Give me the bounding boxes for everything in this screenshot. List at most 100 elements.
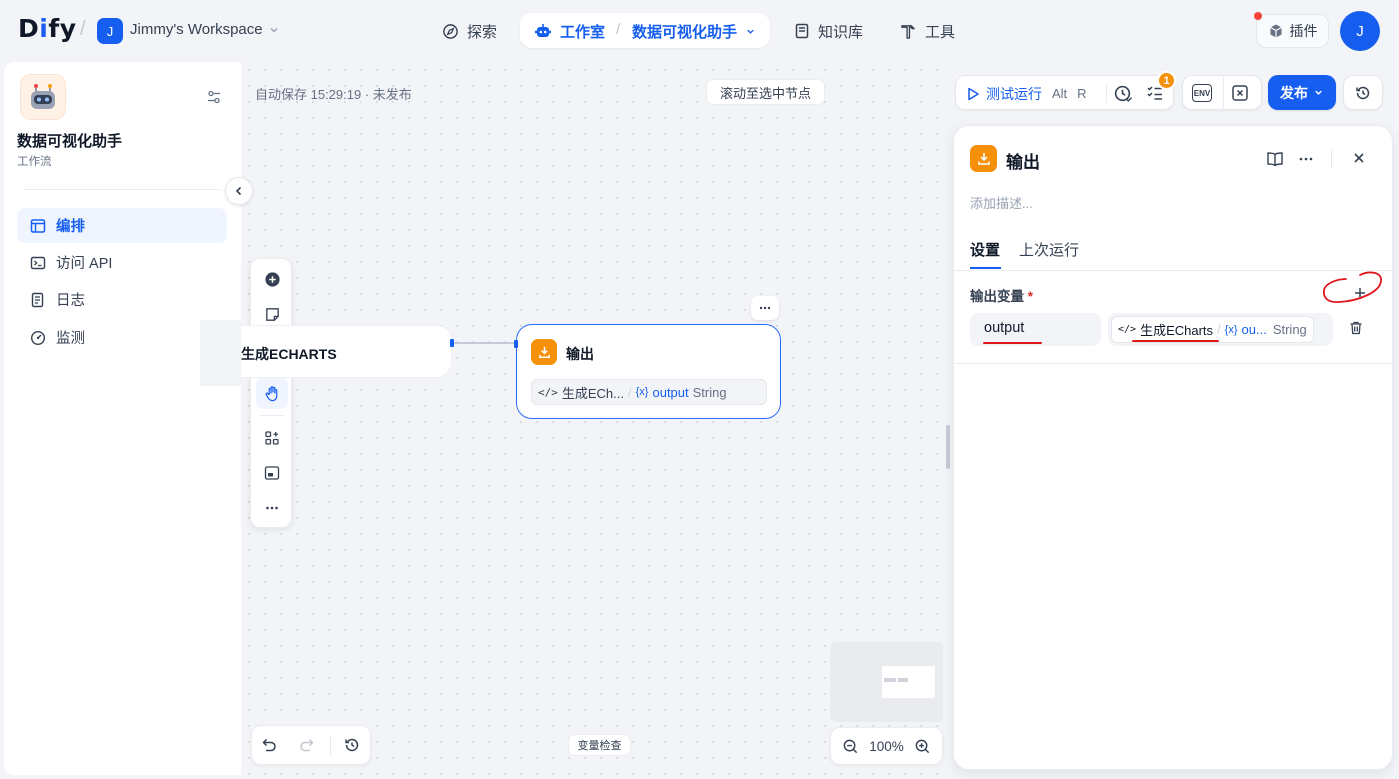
target-handle[interactable]	[514, 340, 518, 348]
minimap-toggle-icon[interactable]	[256, 457, 288, 489]
version-history-button[interactable]	[1343, 75, 1383, 110]
more-dots-icon[interactable]	[1297, 150, 1315, 168]
conversation-variables-icon[interactable]	[1231, 84, 1249, 102]
robot-icon	[534, 22, 552, 40]
sidebar-item-api[interactable]: 访问 API	[17, 245, 227, 280]
divider	[330, 736, 331, 756]
app-name: 数据可视化助手	[17, 133, 123, 150]
panel-title[interactable]: 输出	[1006, 148, 1040, 173]
collapse-sidebar-button[interactable]	[225, 177, 253, 205]
selector-variable-name: ou...	[1241, 322, 1267, 337]
more-dots-icon	[758, 301, 772, 315]
run-history-icon[interactable]	[1113, 84, 1132, 103]
book-open-icon[interactable]	[1266, 150, 1284, 168]
history-controls	[251, 725, 371, 765]
version-history-icon[interactable]	[343, 736, 361, 754]
nav-separator: /	[616, 21, 621, 38]
history-icon	[1354, 84, 1372, 102]
output-node[interactable]: 输出 </> 生成ECh... / {x} output String	[514, 324, 781, 419]
workspace-switcher[interactable]: Jimmy's Workspace	[130, 21, 263, 38]
variable-icon: {x}	[1224, 323, 1238, 336]
organize-blocks-icon[interactable]	[256, 422, 288, 454]
env-variables-icon[interactable]: ENV	[1192, 84, 1212, 102]
node-connection-edge	[452, 342, 516, 344]
dify-logo[interactable]: Dify	[18, 14, 77, 43]
nav-explore-label: 探索	[467, 23, 498, 41]
cube-icon	[1268, 23, 1284, 39]
source-handle[interactable]	[450, 339, 454, 347]
run-toolbar: 测试运行 Alt R	[955, 75, 1174, 110]
nav-knowledge[interactable]: 知识库	[794, 13, 863, 49]
settings-sliders-icon[interactable]	[206, 89, 222, 105]
sidebar-item-orchestrate[interactable]: 编排	[17, 208, 227, 243]
output-panel-icon	[970, 145, 997, 172]
sidebar-divider	[24, 189, 220, 190]
zoom-in-icon[interactable]	[914, 738, 931, 755]
plugins-label: 插件	[1289, 23, 1318, 39]
nav-studio-link[interactable]: 工作室	[534, 13, 605, 49]
node-more-button[interactable]	[751, 296, 779, 320]
annotation-underline	[983, 342, 1042, 344]
chip-separator: /	[628, 384, 632, 400]
workspace-avatar[interactable]: J	[97, 18, 123, 44]
plugins-button[interactable]: 插件	[1256, 14, 1329, 48]
hammer-icon	[900, 23, 917, 40]
add-node-icon[interactable]	[256, 263, 288, 295]
variable-inspect-button[interactable]: 变量检查	[568, 734, 631, 756]
app-sidebar: 数据可视化助手 工作流 编排 访问 API 日志 监测	[4, 62, 241, 775]
nav-explore[interactable]: 探索	[442, 13, 497, 49]
publish-button[interactable]: 发布	[1268, 75, 1336, 110]
nav-tools-label: 工具	[925, 23, 956, 41]
description-input[interactable]: 添加描述...	[970, 193, 1033, 212]
sidebar-item-monitor[interactable]: 监测	[17, 320, 227, 355]
app-robot-avatar	[20, 74, 66, 120]
output-node-variable-chip: </> 生成ECh... / {x} output String	[531, 379, 767, 405]
book-icon	[794, 23, 810, 39]
scroll-to-selected-node-button[interactable]: 滚动至选中节点	[706, 79, 825, 105]
divider	[1106, 84, 1107, 103]
shortcut-r: R	[1077, 86, 1087, 101]
shortcut-alt: Alt	[1052, 86, 1068, 101]
file-list-icon	[30, 292, 46, 308]
zoom-level[interactable]: 100%	[869, 739, 904, 754]
test-run-label: 测试运行	[986, 85, 1042, 102]
chip-variable-type: String	[692, 384, 727, 400]
variable-icon: {x}	[635, 386, 649, 398]
node-settings-panel: 输出 添加描述... 设置 上次运行 输出变量 * output </> 生成E…	[953, 125, 1393, 770]
app-type: 工作流	[17, 156, 52, 168]
breadcrumb-separator: /	[80, 18, 86, 40]
test-run-button[interactable]: 测试运行 Alt R	[966, 76, 1087, 111]
minimap[interactable]	[830, 642, 943, 722]
top-navigation-bar: Dify / J Jimmy's Workspace 探索 工作室 / 数据可视…	[0, 0, 1399, 62]
nav-tools[interactable]: 工具	[900, 13, 955, 49]
echarts-node-title: 生成ECHARTS	[241, 346, 337, 362]
close-icon[interactable]	[1351, 150, 1367, 166]
zoom-out-icon[interactable]	[842, 738, 859, 755]
selector-source-node: 生成ECharts	[1140, 323, 1214, 338]
canvas-occlusion	[200, 320, 241, 386]
code-icon: </>	[538, 385, 558, 399]
chip-source-node: 生成ECh...	[561, 385, 624, 401]
user-avatar[interactable]: J	[1340, 11, 1380, 51]
tab-settings[interactable]: 设置	[970, 239, 1000, 260]
redo-icon[interactable]	[298, 736, 316, 754]
terminal-icon	[30, 255, 46, 271]
divider	[1223, 76, 1224, 111]
sidebar-item-label: 日志	[56, 293, 85, 309]
undo-icon[interactable]	[260, 736, 278, 754]
autosave-status: 自动保存 15:29:19 · 未发布	[255, 87, 412, 102]
sidebar-item-logs[interactable]: 日志	[17, 282, 227, 317]
chevron-down-icon[interactable]	[268, 24, 280, 36]
nav-current-app[interactable]: 数据可视化助手	[632, 13, 756, 49]
tab-last-run[interactable]: 上次运行	[1019, 239, 1079, 260]
chevron-down-icon	[1313, 87, 1324, 98]
publish-label: 发布	[1280, 84, 1308, 101]
more-options-icon[interactable]	[256, 492, 288, 524]
dashboard-gauge-icon	[30, 330, 46, 346]
hand-tool-icon[interactable]	[256, 377, 288, 409]
output-node-title: 输出	[566, 346, 594, 362]
panel-resize-handle[interactable]	[946, 425, 950, 469]
chip-variable-name: output	[652, 384, 689, 400]
variable-reference-chip[interactable]: </> 生成ECharts / {x} ou... String	[1111, 316, 1314, 343]
trash-icon[interactable]	[1348, 320, 1364, 336]
